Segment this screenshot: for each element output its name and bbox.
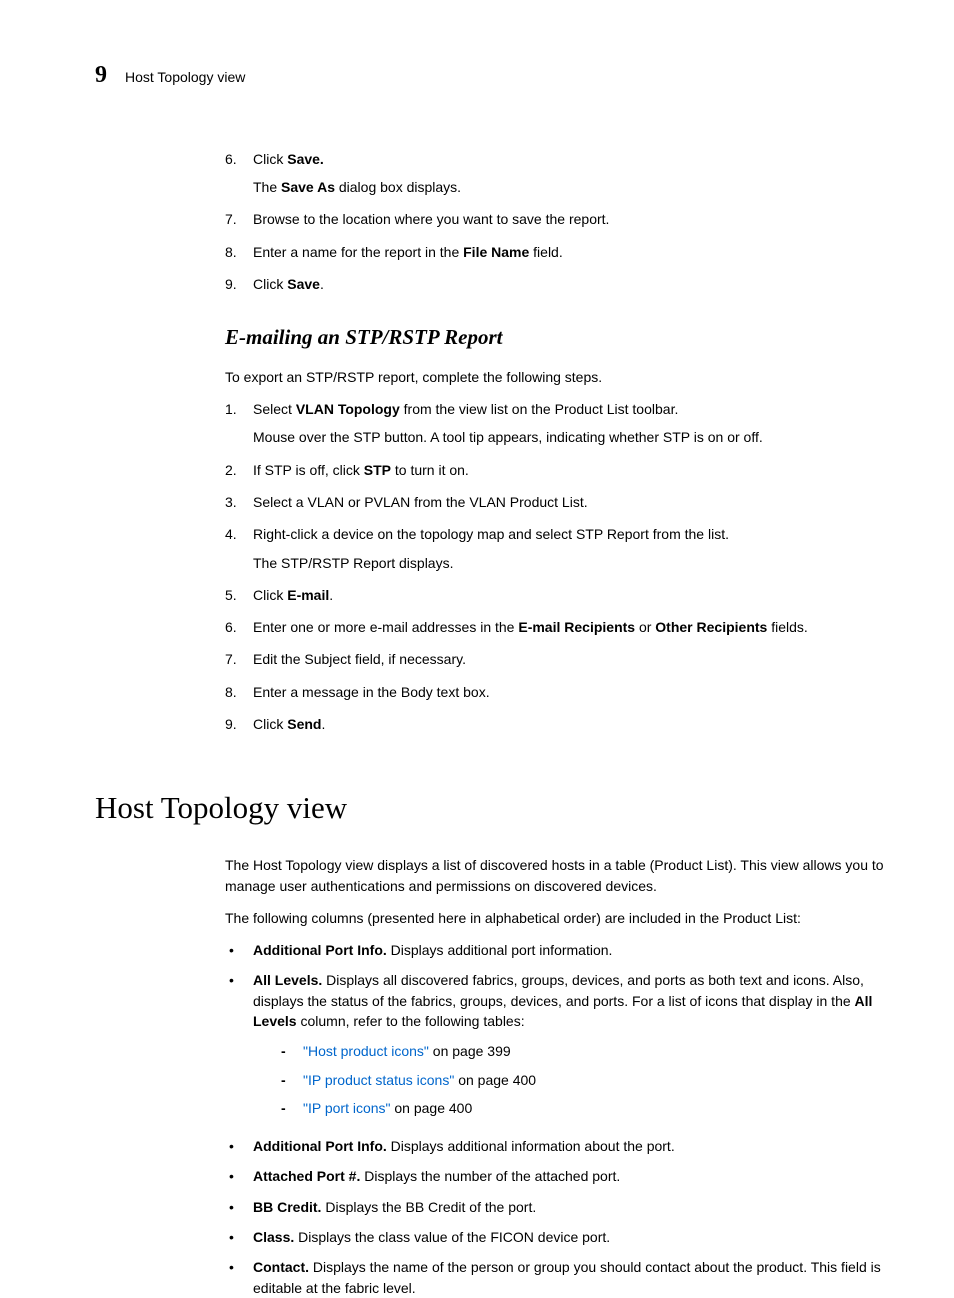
step-number: 8. (225, 682, 239, 702)
list-item: Additional Port Info. Displays additiona… (225, 1136, 894, 1156)
step-post: . (321, 716, 325, 732)
step-text: Click (253, 151, 287, 167)
step-number: 1. (225, 399, 239, 448)
step-bold: Send (287, 716, 321, 732)
dash-list: "Host product icons" on page 399 "IP pro… (253, 1041, 894, 1118)
step-pre: Click (253, 587, 287, 603)
step-pre: Select (253, 401, 296, 417)
list-item: Attached Port #. Displays the number of … (225, 1166, 894, 1186)
link-after: on page 400 (391, 1100, 473, 1116)
step-bold: Save. (287, 151, 324, 167)
steps-list-save: 6. Click Save. The Save As dialog box di… (225, 149, 894, 294)
bullet-list: Additional Port Info. Displays additiona… (225, 940, 894, 1298)
bullet-bold: All Levels. (253, 972, 322, 988)
steps-list-email: 1. Select VLAN Topology from the view li… (225, 399, 894, 734)
step-number: 6. (225, 617, 239, 637)
step-post2: fields. (767, 619, 807, 635)
bullet-text: Displays all discovered fabrics, groups,… (253, 972, 864, 1008)
step-sub: Mouse over the STP button. A tool tip ap… (253, 427, 894, 447)
sub-text: The (253, 179, 281, 195)
step-sub: The STP/RSTP Report displays. (253, 553, 894, 573)
step-text: Edit the Subject field, if necessary. (253, 649, 894, 669)
list-item: All Levels. Displays all discovered fabr… (225, 970, 894, 1126)
bullet-text: Displays the number of the attached port… (360, 1168, 620, 1184)
bullet-bold: Contact. (253, 1259, 309, 1275)
step-bold: E-mail (287, 587, 329, 603)
step-bold: File Name (463, 244, 529, 260)
page-header: 9 Host Topology view (95, 58, 894, 93)
step-pre: Click (253, 716, 287, 732)
list-item: BB Credit. Displays the BB Credit of the… (225, 1197, 894, 1217)
bullet-text: Displays additional port information. (387, 942, 613, 958)
bullet-text: Displays the class value of the FICON de… (294, 1229, 610, 1245)
step-post: from the view list on the Product List t… (400, 401, 679, 417)
bullet-bold: Attached Port #. (253, 1168, 360, 1184)
bullet-bold: Class. (253, 1229, 294, 1245)
step-text: Enter a message in the Body text box. (253, 682, 894, 702)
step-number: 9. (225, 274, 239, 294)
sub-post: dialog box displays. (335, 179, 461, 195)
bullet-text: Displays the name of the person or group… (253, 1259, 881, 1295)
step-post: . (320, 276, 324, 292)
step-text: Right-click a device on the topology map… (253, 526, 729, 542)
link-after: on page 399 (429, 1043, 511, 1059)
chapter-number: 9 (95, 58, 107, 93)
step-bold: STP (364, 462, 391, 478)
step-bold: Save (287, 276, 320, 292)
step-number: 4. (225, 524, 239, 573)
step-text: Enter a name for the report in the (253, 244, 463, 260)
list-item: Contact. Displays the name of the person… (225, 1257, 894, 1298)
bullet-bold: Additional Port Info. (253, 942, 387, 958)
step-pre: If STP is off, click (253, 462, 364, 478)
link-ip-port-icons[interactable]: "IP port icons" (303, 1100, 391, 1116)
step-number: 2. (225, 460, 239, 480)
step-text: Browse to the location where you want to… (253, 209, 894, 229)
list-item: "IP product status icons" on page 400 (281, 1070, 894, 1090)
step-bold: E-mail Recipients (518, 619, 635, 635)
link-ip-status-icons[interactable]: "IP product status icons" (303, 1072, 454, 1088)
body-paragraph: The following columns (presented here in… (225, 908, 894, 928)
link-host-icons[interactable]: "Host product icons" (303, 1043, 429, 1059)
section-title-emailing: E-mailing an STP/RSTP Report (225, 322, 894, 352)
step-number: 7. (225, 209, 239, 229)
step-pre: Enter one or more e-mail addresses in th… (253, 619, 518, 635)
step-post: . (329, 587, 333, 603)
step-number: 3. (225, 492, 239, 512)
section-intro: To export an STP/RSTP report, complete t… (225, 367, 894, 387)
step-post: to turn it on. (391, 462, 469, 478)
sub-bold: Save As (281, 179, 335, 195)
step-bold: VLAN Topology (296, 401, 400, 417)
list-item: Additional Port Info. Displays additiona… (225, 940, 894, 960)
step-number: 9. (225, 714, 239, 734)
step-number: 6. (225, 149, 239, 198)
step-number: 8. (225, 242, 239, 262)
body-paragraph: The Host Topology view displays a list o… (225, 855, 894, 896)
link-after: on page 400 (454, 1072, 536, 1088)
main-heading: Host Topology view (95, 786, 894, 831)
list-item: "IP port icons" on page 400 (281, 1098, 894, 1118)
chapter-title: Host Topology view (125, 67, 245, 87)
step-number: 7. (225, 649, 239, 669)
bullet-text2: column, refer to the following tables: (297, 1013, 525, 1029)
bullet-bold: BB Credit. (253, 1199, 321, 1215)
step-post: field. (529, 244, 562, 260)
step-text: Click (253, 276, 287, 292)
list-item: "Host product icons" on page 399 (281, 1041, 894, 1061)
step-bold2: Other Recipients (655, 619, 767, 635)
bullet-text: Displays additional information about th… (387, 1138, 675, 1154)
step-number: 5. (225, 585, 239, 605)
bullet-bold: Additional Port Info. (253, 1138, 387, 1154)
step-mid: or (635, 619, 655, 635)
bullet-text: Displays the BB Credit of the port. (321, 1199, 536, 1215)
list-item: Class. Displays the class value of the F… (225, 1227, 894, 1247)
step-text: Select a VLAN or PVLAN from the VLAN Pro… (253, 492, 894, 512)
